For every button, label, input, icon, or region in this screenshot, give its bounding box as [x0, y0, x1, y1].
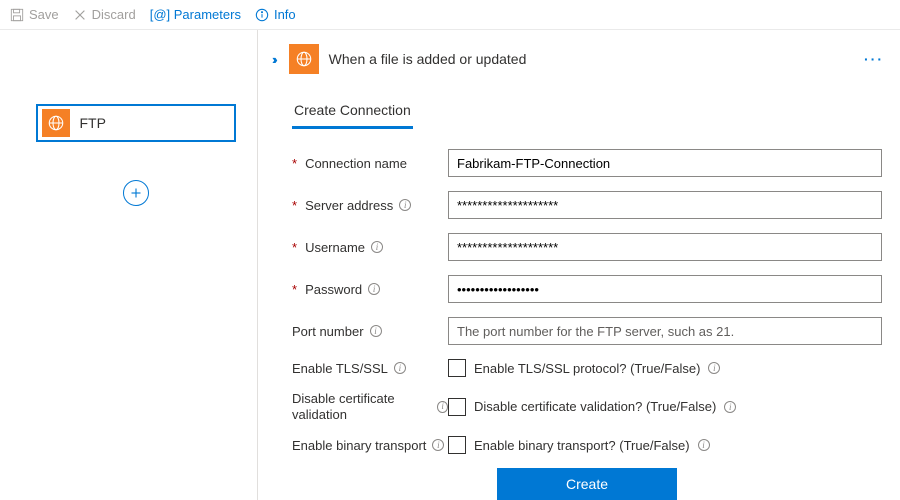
collapse-panel-button[interactable]: ›› [272, 52, 275, 67]
info-icon[interactable]: i [708, 362, 720, 374]
create-button[interactable]: Create [497, 468, 677, 500]
port-number-input[interactable] [448, 317, 882, 345]
designer-canvas: FTP [0, 30, 258, 500]
toolbar: Save Discard [@] Parameters Info [0, 0, 900, 30]
details-panel: ›› When a file is added or updated ··· C… [258, 30, 900, 500]
disable-cert-label: Disable certificate validationi [292, 391, 448, 422]
info-icon[interactable]: i [724, 401, 736, 413]
save-button[interactable]: Save [10, 7, 59, 22]
close-icon [73, 8, 87, 22]
info-button[interactable]: Info [255, 7, 296, 22]
tab-create-connection[interactable]: Create Connection [292, 96, 413, 129]
enable-tls-label: Enable TLS/SSLi [292, 361, 448, 376]
save-label: Save [29, 7, 59, 22]
discard-label: Discard [92, 7, 136, 22]
tab-bar: Create Connection [292, 96, 890, 129]
panel-title: When a file is added or updated [329, 51, 527, 67]
connection-name-label: *Connection name [292, 156, 448, 171]
port-number-label: Port numberi [292, 324, 448, 339]
discard-button[interactable]: Discard [73, 7, 136, 22]
trigger-step-label: FTP [80, 115, 106, 131]
info-label: Info [274, 7, 296, 22]
server-address-label: *Server addressi [292, 198, 448, 213]
info-icon [255, 8, 269, 22]
connection-name-input[interactable] [448, 149, 882, 177]
add-step-button[interactable] [123, 180, 149, 206]
enable-tls-checkbox-label: Enable TLS/SSL protocol? (True/False) [474, 361, 700, 376]
enable-tls-checkbox[interactable] [448, 359, 466, 377]
enable-binary-label: Enable binary transporti [292, 438, 448, 453]
username-input[interactable] [448, 233, 882, 261]
info-icon[interactable]: i [394, 362, 406, 374]
parameters-button[interactable]: [@] Parameters [150, 7, 241, 22]
username-label: *Usernamei [292, 240, 448, 255]
info-icon[interactable]: i [399, 199, 411, 211]
info-icon[interactable]: i [437, 401, 448, 413]
disable-cert-checkbox-label: Disable certificate validation? (True/Fa… [474, 399, 716, 414]
ftp-icon [289, 44, 319, 74]
server-address-input[interactable] [448, 191, 882, 219]
disable-cert-checkbox[interactable] [448, 398, 466, 416]
info-icon[interactable]: i [698, 439, 710, 451]
info-icon[interactable]: i [368, 283, 380, 295]
parameters-label: [@] Parameters [150, 7, 241, 22]
info-icon[interactable]: i [370, 325, 382, 337]
info-icon[interactable]: i [371, 241, 383, 253]
password-label: *Passwordi [292, 282, 448, 297]
enable-binary-checkbox[interactable] [448, 436, 466, 454]
more-menu-button[interactable]: ··· [864, 51, 884, 67]
password-input[interactable] [448, 275, 882, 303]
save-icon [10, 8, 24, 22]
trigger-step-ftp[interactable]: FTP [36, 104, 236, 142]
enable-binary-checkbox-label: Enable binary transport? (True/False) [474, 438, 690, 453]
info-icon[interactable]: i [432, 439, 444, 451]
ftp-icon [42, 109, 70, 137]
connection-form: *Connection name *Server addressi *Usern… [292, 149, 882, 500]
